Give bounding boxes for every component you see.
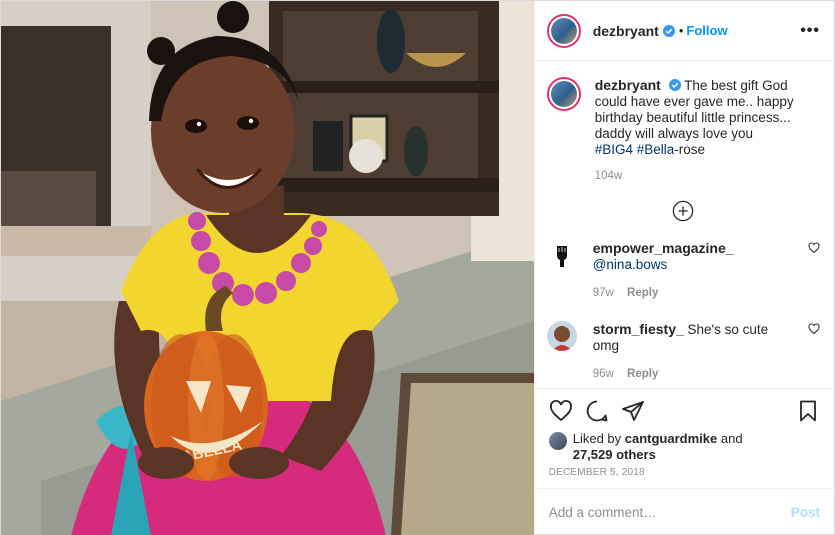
action-icons [549,397,820,425]
like-heart-icon[interactable] [549,399,573,423]
comment-input[interactable] [548,505,791,520]
comments-section[interactable]: dezbryant The best gift God could have e… [535,61,834,388]
separator-dot: • [678,23,684,38]
liker-username[interactable]: cantguardmike [625,431,717,446]
likes-summary[interactable]: Liked by cantguardmike and 27,529 others [548,431,820,463]
load-more-comments[interactable] [547,200,820,222]
caption-author-avatar[interactable] [546,77,581,111]
comment-body: empower_magazine_ @nina.bows 97w Reply [593,240,820,299]
comment-text: empower_magazine_ @nina.bows [593,240,796,273]
comment-body: storm_fiesty_ She's so cute omg 96w Repl… [593,321,820,380]
post-photo[interactable]: ISABELLA [1,1,534,535]
comment-item: empower_magazine_ @nina.bows 97w Reply [546,240,820,299]
post-header: dezbryant • Follow ••• [534,1,834,61]
comment-meta: 96w Reply [593,368,796,380]
post-date: DECEMBER 5, 2018 [548,467,645,478]
caption: dezbryant The best gift God could have e… [546,77,820,158]
author-username[interactable]: dezbryant [593,23,659,39]
likes-and: and [720,431,743,446]
verified-badge-icon [662,24,675,37]
follow-button[interactable]: Follow [686,23,727,38]
comment-mention[interactable]: @nina.bows [593,257,668,272]
liker-avatar [548,432,567,450]
post-side-panel: dezbryant • Follow ••• dezbryant The bes… [533,1,834,535]
comment-list: empower_magazine_ @nina.bows 97w Reply s… [546,240,820,380]
author-info: dezbryant • Follow [593,23,728,39]
hashtag-bella[interactable]: #Bella [637,142,675,157]
author-avatar[interactable] [546,13,581,48]
save-bookmark-icon[interactable] [796,399,820,423]
more-options-button[interactable]: ••• [800,22,820,40]
verified-badge-icon [668,79,681,91]
like-comment-heart-icon[interactable] [808,242,820,254]
liked-by-prefix: Liked by [572,431,622,446]
comment-composer: Post [534,488,834,535]
post-comment-button[interactable]: Post [791,505,820,520]
comment-bubble-icon[interactable] [585,399,609,423]
action-bar: Liked by cantguardmike and 27,529 others… [534,388,834,488]
photo-illustration: ISABELLA [1,1,534,535]
author-avatar-image [550,17,577,44]
comment-item: storm_fiesty_ She's so cute omg 96w Repl… [546,321,820,380]
comment-timestamp: 97w [592,287,614,299]
comment-username[interactable]: empower_magazine_ [593,240,734,256]
caption-tail: -rose [674,142,706,157]
comment-username[interactable]: storm_fiesty_ [593,321,684,337]
comment-timestamp: 96w [592,368,614,380]
likes-count[interactable]: 27,529 others [573,447,656,462]
caption-text: dezbryant The best gift God could have e… [595,77,820,158]
hashtag-big4[interactable]: #BIG4 [595,142,633,157]
caption-author-username[interactable]: dezbryant [595,77,661,93]
reply-button[interactable]: Reply [627,368,658,380]
likes-text: Liked by cantguardmike and 27,529 others [573,431,743,463]
comment-meta: 97w Reply [593,287,796,299]
comment-text: storm_fiesty_ She's so cute omg [593,321,796,354]
raised-fist-icon[interactable] [546,240,577,270]
plus-circle-icon[interactable] [672,200,694,222]
user-photo-icon[interactable] [546,321,577,351]
share-paper-plane-icon[interactable] [621,399,645,423]
reply-button[interactable]: Reply [627,287,658,299]
like-comment-heart-icon[interactable] [808,323,820,335]
caption-timestamp: 104w [594,170,623,182]
instagram-post: ISABELLA dezbryant • Follow ••• dezbryan… [0,0,835,535]
caption-author-avatar-image [550,81,577,107]
